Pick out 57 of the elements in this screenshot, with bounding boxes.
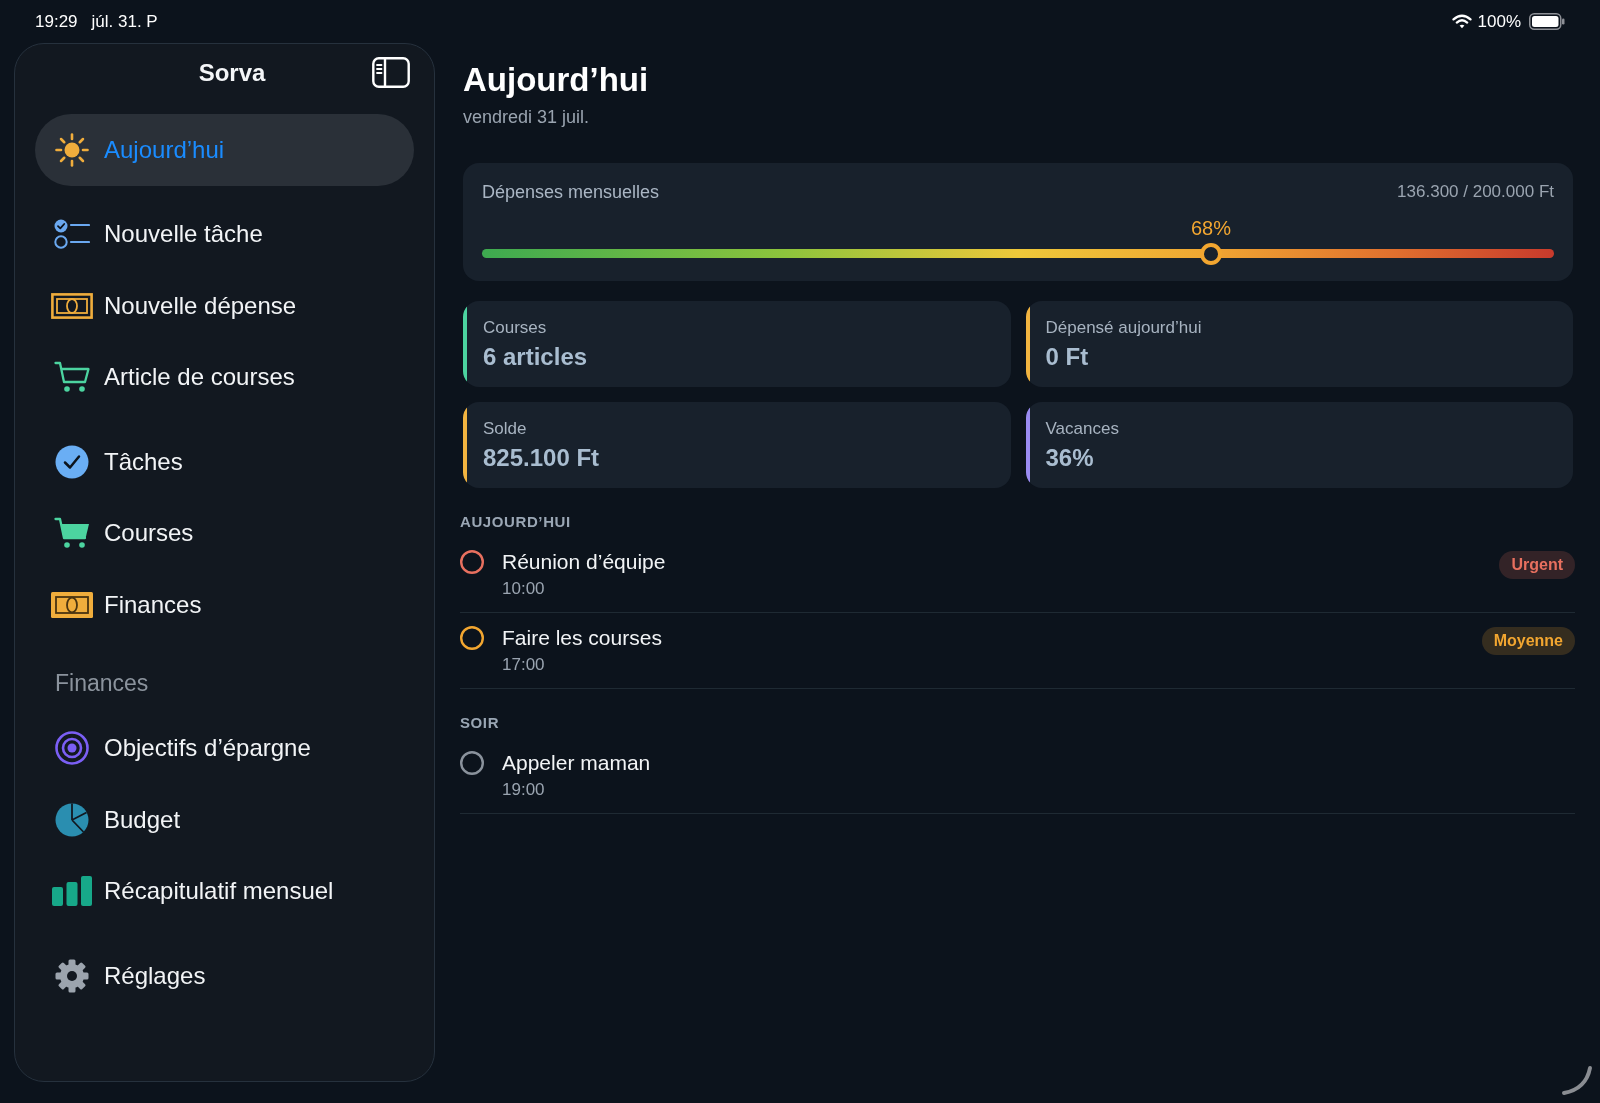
stat-label: Dépensé aujourd’hui	[1045, 317, 1202, 339]
sun-icon	[55, 132, 89, 167]
sidebar-item[interactable]: Tâches	[35, 426, 205, 498]
settings-icon	[55, 958, 89, 993]
budget-amount: 136.300 / 200.000 Ft	[1397, 181, 1554, 203]
sidebar-item[interactable]: Objectifs d’épargne	[35, 712, 333, 784]
banknote-icon	[51, 591, 93, 618]
task-title: Réunion d’équipe	[502, 550, 667, 574]
task-time: 19:00	[502, 780, 546, 800]
sidebar-item[interactable]: Budget	[35, 784, 203, 856]
battery-percentage: 100%	[1477, 11, 1521, 32]
sidebar-item[interactable]: Réglages	[35, 940, 228, 1012]
task-checkbox[interactable]	[460, 751, 484, 775]
app-title: Sorva	[198, 57, 266, 88]
status-date: júl. 31. P	[91, 11, 158, 32]
status-time: 19:29	[35, 11, 78, 32]
checkmark-circle-icon	[55, 444, 89, 479]
target-icon	[55, 731, 89, 766]
task-title: Appeler maman	[502, 751, 652, 775]
budget-label: Dépenses mensuelles	[482, 181, 660, 203]
bar-chart-icon	[52, 876, 92, 907]
page-subtitle: vendredi 31 juil.	[463, 106, 591, 128]
task-time: 10:00	[502, 579, 546, 599]
pie-chart-icon	[55, 802, 89, 837]
task-time: 17:00	[502, 655, 546, 675]
checklist-icon	[54, 219, 90, 250]
budget-percentage: 68%	[1190, 216, 1231, 240]
cart-icon	[54, 517, 90, 550]
stat-label: Vacances	[1045, 418, 1119, 440]
cart-icon	[54, 361, 90, 394]
wifi-icon	[1451, 14, 1472, 29]
sidebar-item[interactable]: Nouvelle tâche	[35, 198, 285, 270]
task-title: Faire les courses	[502, 626, 663, 650]
sidebar-item[interactable]: Courses	[35, 497, 216, 569]
task-checkbox[interactable]	[460, 550, 484, 574]
stat-label: Courses	[483, 317, 548, 339]
priority-badge: Moyenne	[1481, 627, 1575, 655]
task-checkbox[interactable]	[460, 626, 484, 650]
section-header: SOIR	[460, 713, 501, 733]
sidebar-item[interactable]: Aujourd’hui	[35, 114, 414, 186]
page-title: Aujourd’hui	[463, 60, 650, 100]
priority-badge: Urgent	[1499, 551, 1575, 579]
sidebar-item[interactable]: Nouvelle dépense	[35, 270, 319, 342]
battery-icon	[1529, 13, 1565, 30]
banknote-icon	[51, 292, 93, 319]
stat-value: 0 Ft	[1045, 342, 1090, 372]
section-header: AUJOURD’HUI	[460, 512, 572, 532]
stat-value: 6 articles	[483, 342, 588, 372]
stat-label: Solde	[483, 418, 528, 440]
stat-value: 36%	[1045, 443, 1095, 473]
stat-value: 825.100 Ft	[483, 443, 600, 473]
sidebar-item[interactable]: Récapitulatif mensuel	[35, 855, 356, 927]
sidebar-section-label: Finances	[54, 668, 149, 698]
sidebar-item[interactable]: Article de courses	[35, 341, 317, 413]
sidebar-toggle-icon[interactable]	[372, 57, 410, 88]
sidebar-item[interactable]: Finances	[35, 569, 224, 641]
corner-arc-icon[interactable]	[1561, 1065, 1593, 1096]
